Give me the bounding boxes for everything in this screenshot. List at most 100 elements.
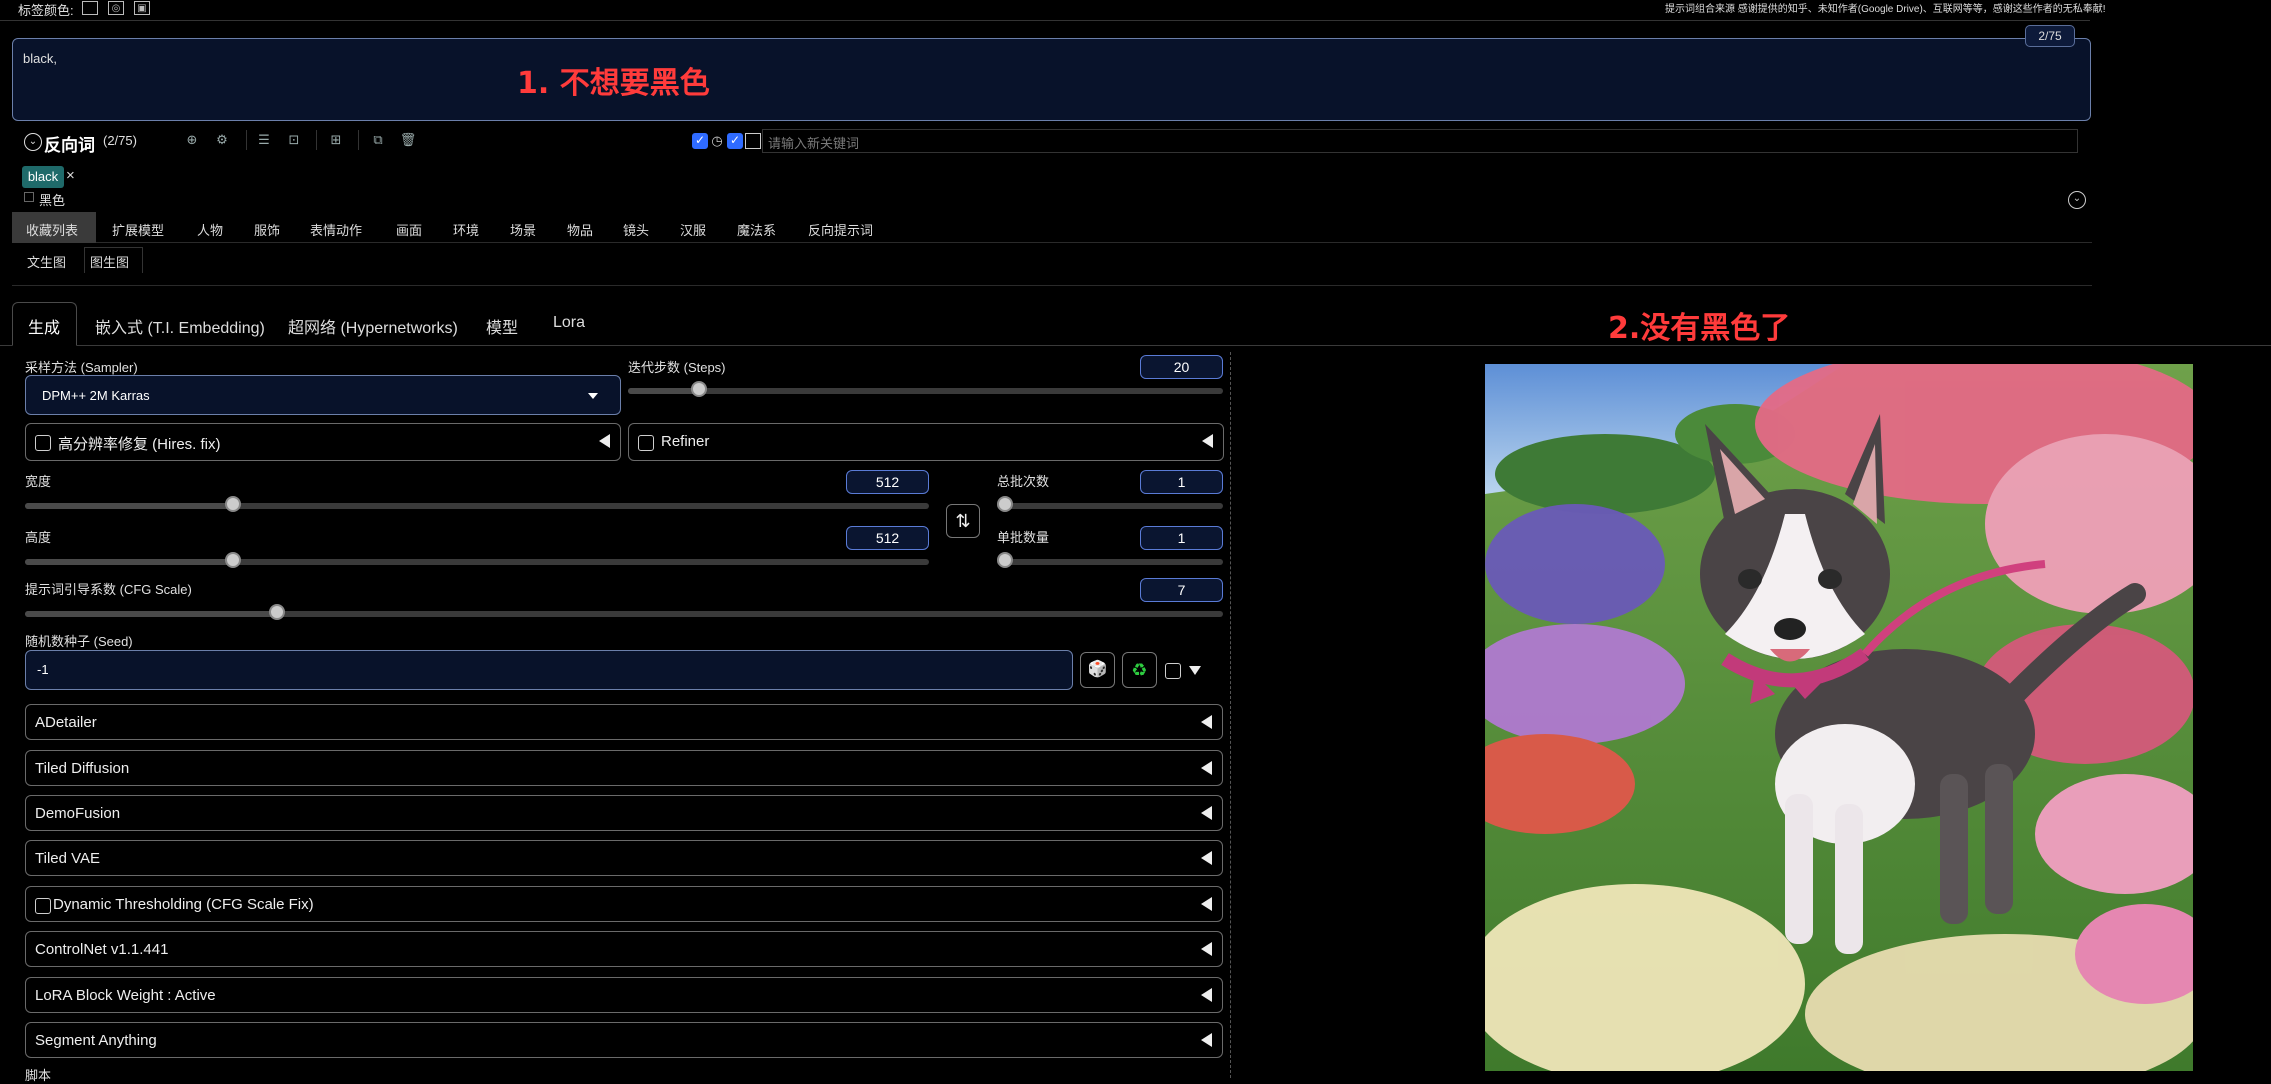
category-tab-magic[interactable]: 魔法系	[737, 220, 776, 239]
seed-value: -1	[37, 662, 49, 677]
hires-fix-label: 高分辨率修复 (Hires. fix)	[58, 436, 221, 453]
steps-input[interactable]: 20	[1140, 355, 1223, 379]
width-input[interactable]: 512	[846, 470, 929, 494]
category-tab-hanfu[interactable]: 汉服	[680, 220, 706, 239]
palette-icon[interactable]: ◎	[108, 1, 124, 15]
category-tab-environment[interactable]: 环境	[453, 220, 479, 239]
category-tab-negative[interactable]: 反向提示词	[808, 220, 873, 239]
subtab-txt2img[interactable]: 文生图	[27, 252, 66, 271]
accordion-label: ADetailer	[35, 714, 97, 731]
category-tab-objects[interactable]: 物品	[567, 220, 593, 239]
extra-seed-toggle-icon[interactable]	[1189, 666, 1201, 675]
category-tab-extension-models[interactable]: 扩展模型	[112, 220, 164, 239]
list-icon[interactable]: ☰	[255, 131, 273, 149]
main-tab-model[interactable]: 模型	[486, 314, 518, 338]
seed-input[interactable]: -1	[25, 650, 1073, 690]
translate-icon[interactable]: ⊞	[327, 131, 345, 149]
tag-close-icon[interactable]: ×	[66, 167, 75, 184]
width-slider-thumb[interactable]	[225, 496, 241, 512]
category-tab-camera[interactable]: 镜头	[623, 220, 649, 239]
sampler-select[interactable]: DPM++ 2M Karras	[25, 375, 621, 415]
bookmark-icon[interactable]: ⊡	[285, 131, 303, 149]
subtab-img2img[interactable]: 图生图	[90, 252, 129, 271]
category-tab-clothing[interactable]: 服饰	[254, 220, 280, 239]
batch-size-slider-thumb[interactable]	[997, 552, 1013, 568]
accordion-demofusion[interactable]: DemoFusion	[25, 795, 1223, 831]
refiner-accordion[interactable]: Refiner	[628, 423, 1224, 461]
steps-slider[interactable]	[628, 381, 1223, 397]
copy-icon[interactable]: ⧉	[369, 131, 387, 149]
category-tab-expression[interactable]: 表情动作	[310, 220, 362, 239]
accordion-lora-block-weight[interactable]: LoRA Block Weight : Active	[25, 977, 1223, 1013]
accordion-label: LoRA Block Weight : Active	[35, 987, 216, 1004]
refiner-label: Refiner	[661, 433, 710, 450]
random-seed-button[interactable]: 🎲	[1080, 652, 1115, 688]
expand-chevron-icon[interactable]: ⌄	[2068, 191, 2086, 209]
dice-icon: 🎲	[1087, 661, 1108, 678]
accordion-tiled-vae[interactable]: Tiled VAE	[25, 840, 1223, 876]
cfg-slider-thumb[interactable]	[269, 604, 285, 620]
prompt-textarea[interactable]: black,	[12, 38, 2091, 121]
gear-icon[interactable]: ⚙	[213, 131, 231, 149]
expand-triangle-icon	[1201, 942, 1212, 956]
expand-triangle-icon	[1201, 851, 1212, 865]
accordion-label: Tiled VAE	[35, 850, 101, 867]
accordion-adetailer[interactable]: ADetailer	[25, 704, 1223, 740]
expand-triangle-icon	[1201, 988, 1212, 1002]
subtab-bar	[12, 246, 2092, 286]
trash-icon[interactable]: 🗑	[399, 131, 417, 149]
panel-icon[interactable]	[745, 133, 761, 149]
height-slider[interactable]	[25, 552, 929, 568]
category-tab-scene[interactable]: 场景	[510, 220, 536, 239]
clock-icon[interactable]: ◷	[709, 133, 725, 149]
negative-count: (2/75)	[103, 133, 137, 148]
accordion-label: Tiled Diffusion	[35, 760, 130, 777]
negative-tag[interactable]: black	[22, 166, 64, 188]
expand-triangle-icon	[1202, 434, 1213, 448]
swap-dimensions-button[interactable]: ⇅	[946, 504, 980, 538]
height-input[interactable]: 512	[846, 526, 929, 550]
category-tab-people[interactable]: 人物	[197, 220, 223, 239]
annotation-2: 2.没有黑色了	[1608, 311, 1791, 346]
main-tab-lora[interactable]: Lora	[553, 314, 585, 332]
cfg-label: 提示词引导系数 (CFG Scale)	[25, 582, 192, 597]
accordion-dynamic-thresholding[interactable]: Dynamic Thresholding (CFG Scale Fix)	[25, 886, 1223, 922]
globe-icon[interactable]: ⊕	[183, 131, 201, 149]
generated-image[interactable]	[1485, 364, 2193, 1071]
batch-count-input[interactable]: 1	[1140, 470, 1223, 494]
hires-fix-accordion[interactable]: 高分辨率修复 (Hires. fix)	[25, 423, 621, 461]
option-checkbox-1[interactable]	[692, 133, 708, 149]
sampler-value: DPM++ 2M Karras	[42, 388, 150, 403]
main-tab-embedding[interactable]: 嵌入式 (T.I. Embedding)	[95, 314, 265, 338]
hires-fix-checkbox[interactable]	[35, 435, 51, 451]
save-icon[interactable]: ▣	[134, 1, 150, 15]
dynamic-thresholding-checkbox[interactable]	[35, 898, 51, 914]
refiner-checkbox[interactable]	[638, 435, 654, 451]
cfg-slider[interactable]	[25, 604, 1223, 620]
batch-size-input[interactable]: 1	[1140, 526, 1223, 550]
option-checkbox-2[interactable]	[727, 133, 743, 149]
width-slider[interactable]	[25, 496, 929, 512]
batch-size-slider[interactable]	[997, 552, 1223, 568]
batch-count-slider[interactable]	[997, 496, 1223, 512]
height-slider-thumb[interactable]	[225, 552, 241, 568]
collapse-chevron-icon[interactable]: ⌄	[24, 133, 42, 151]
main-tab-hypernetworks[interactable]: 超网络 (Hypernetworks)	[288, 314, 458, 338]
steps-slider-thumb[interactable]	[691, 381, 707, 397]
accordion-controlnet[interactable]: ControlNet v1.1.441	[25, 931, 1223, 967]
drag-handle-icon[interactable]	[24, 192, 34, 202]
expand-triangle-icon	[599, 434, 610, 448]
category-tab-favorites[interactable]: 收藏列表	[26, 220, 78, 239]
color-swatch-icon[interactable]	[82, 1, 98, 15]
batch-count-slider-thumb[interactable]	[997, 496, 1013, 512]
cfg-input[interactable]: 7	[1140, 578, 1223, 602]
main-tab-generate[interactable]: 生成	[28, 314, 60, 338]
category-tab-picture[interactable]: 画面	[396, 220, 422, 239]
swap-icon: ⇅	[955, 511, 971, 531]
accordion-tiled-diffusion[interactable]: Tiled Diffusion	[25, 750, 1223, 786]
reuse-seed-button[interactable]: ♻	[1122, 652, 1157, 688]
extra-seed-checkbox[interactable]	[1165, 663, 1181, 679]
accordion-segment-anything[interactable]: Segment Anything	[25, 1022, 1223, 1058]
new-keyword-input[interactable]: 请输入新关键词	[762, 129, 2078, 153]
panel-separator	[1230, 352, 1231, 1078]
